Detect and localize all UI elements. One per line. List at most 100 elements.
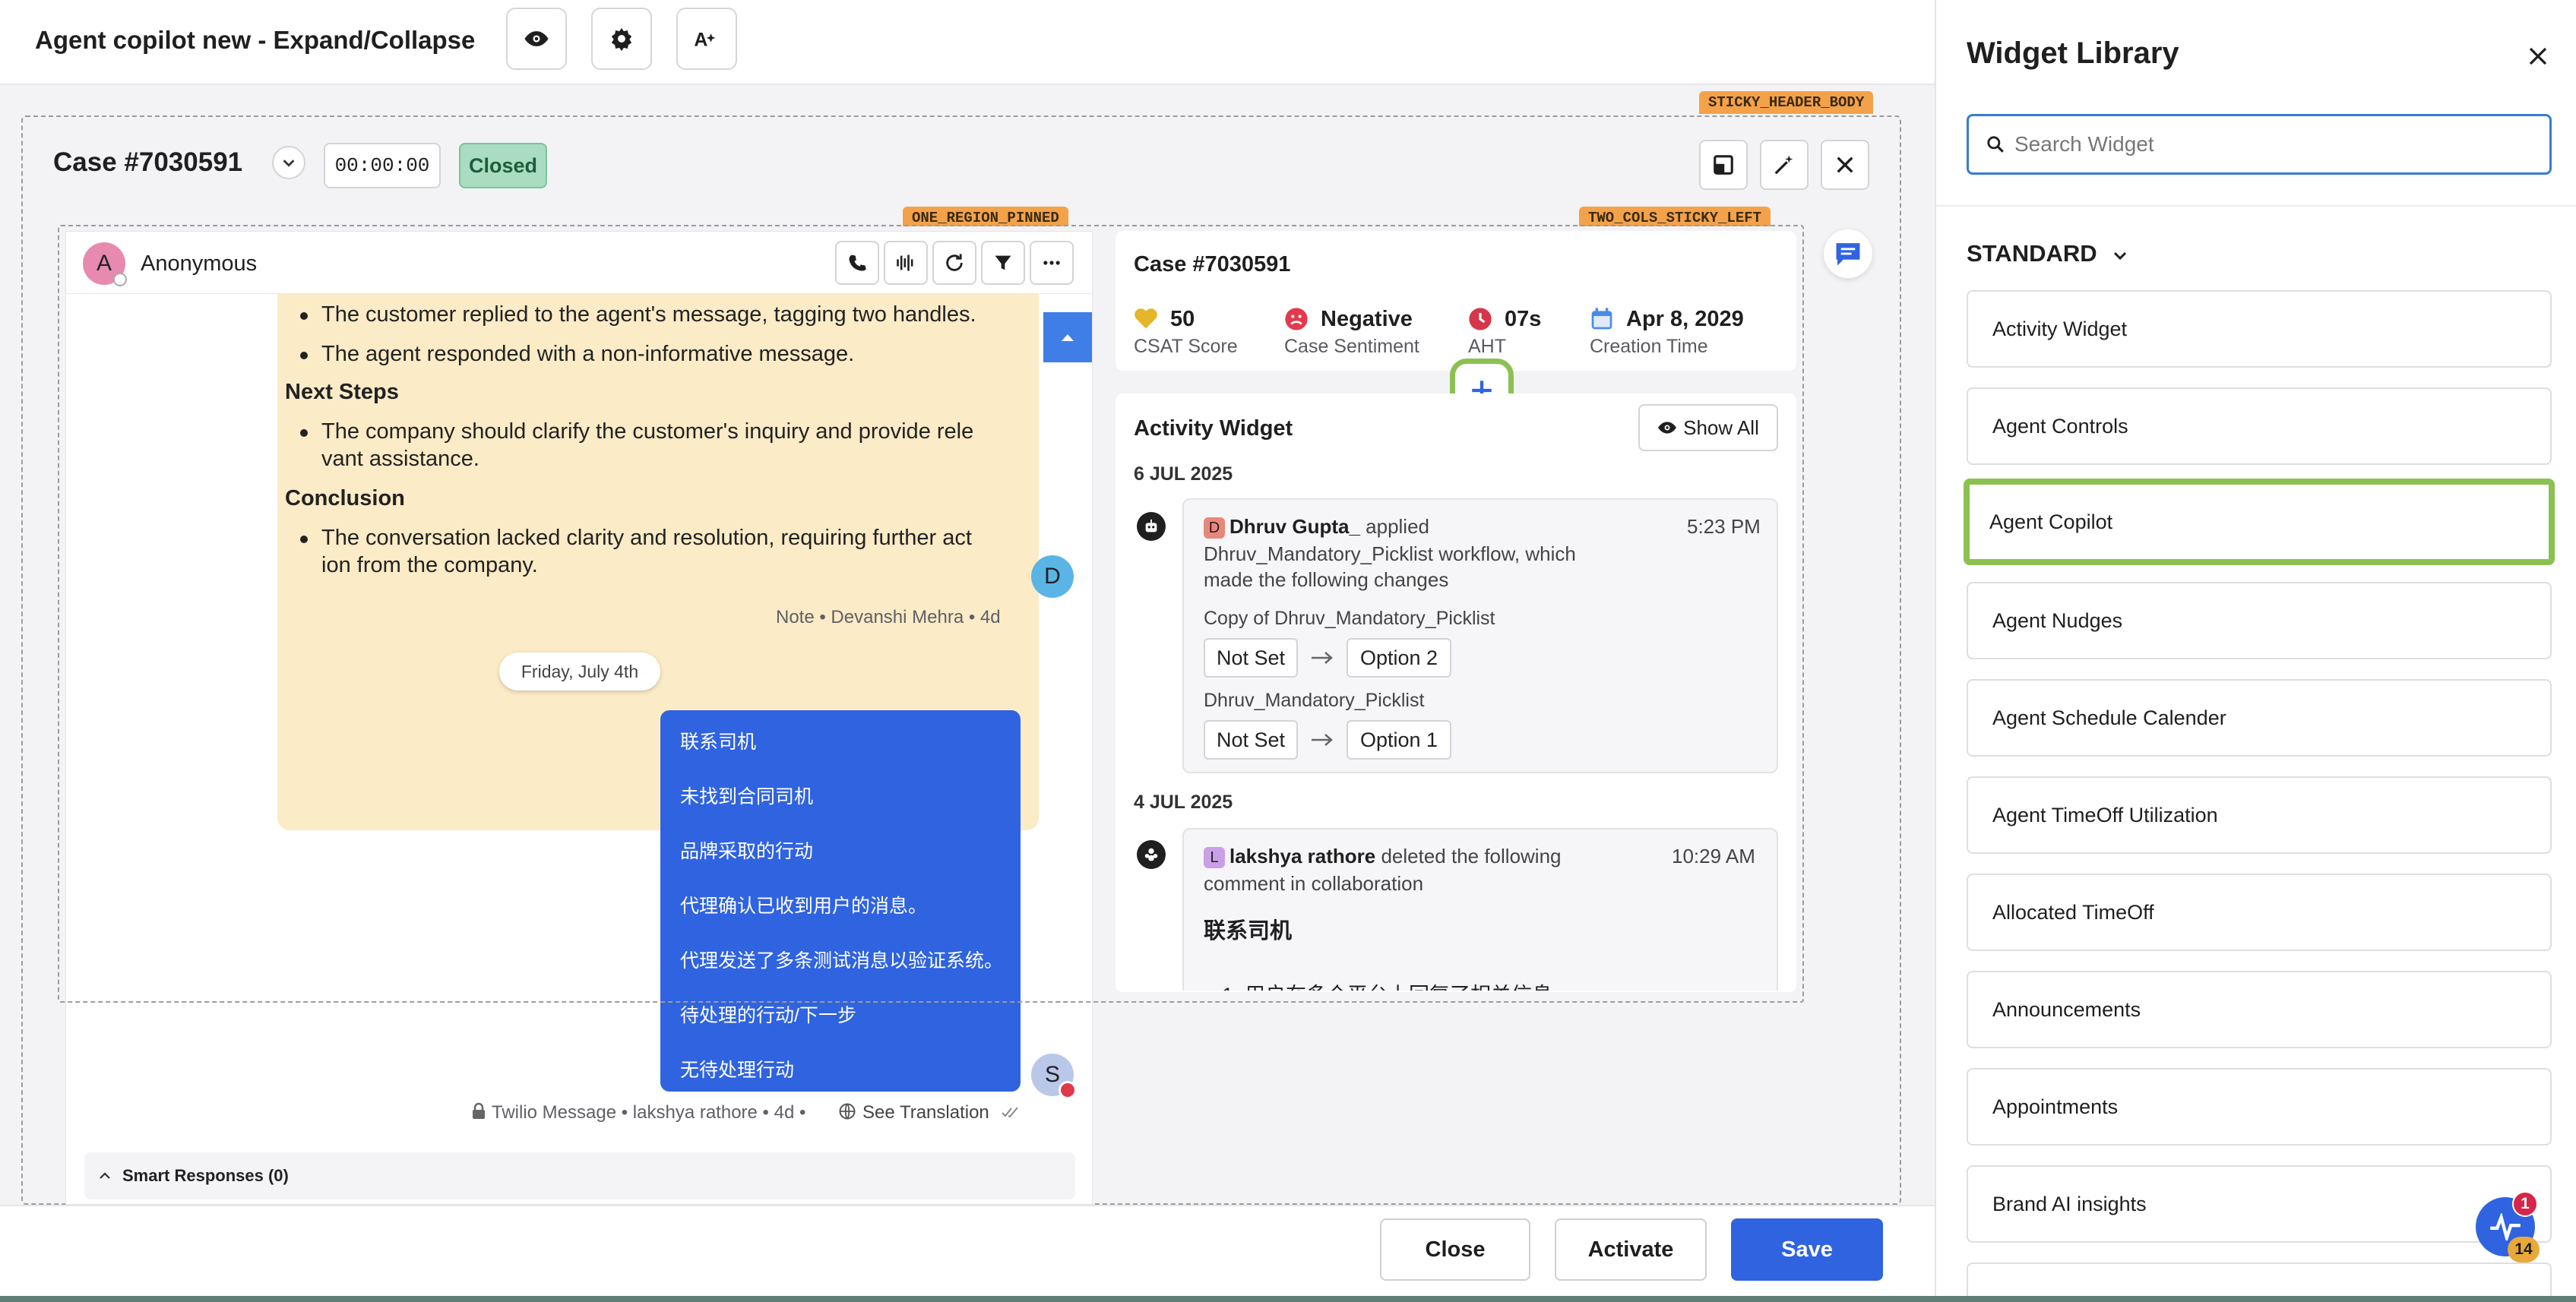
conversation-header: A Anonymous bbox=[66, 232, 1092, 294]
message-bubble: 联系司机 未找到合同司机 品牌采取的行动 代理确认已收到用户的消息。 代理发送了… bbox=[660, 710, 1021, 1092]
sad-face-icon bbox=[1285, 308, 1308, 330]
case-timer: 00:00:00 bbox=[324, 143, 441, 188]
more-button[interactable] bbox=[1030, 241, 1074, 285]
search-widget-input[interactable]: Search Widget bbox=[1967, 114, 2552, 175]
bullet bbox=[300, 536, 308, 543]
smart-responses-toggle[interactable]: Smart Responses (0) bbox=[84, 1152, 1075, 1199]
case-summary-card: Case #7030591 50 CSAT Score Negative Cas… bbox=[1116, 231, 1796, 371]
show-all-button[interactable]: Show All bbox=[1638, 404, 1778, 451]
note-bullet-2: The agent responded with a non-informati… bbox=[321, 342, 855, 366]
widget-item-activity-widget[interactable]: Activity Widget bbox=[1967, 290, 2552, 368]
widget-item-agent-timeoff-utilization[interactable]: Agent TimeOff Utilization bbox=[1967, 776, 2552, 854]
widget-item-agent-copilot[interactable]: Agent Copilot bbox=[1964, 479, 2555, 565]
message-line: 品牌采取的行动 bbox=[680, 841, 814, 862]
region-tag-two-cols: TWO_COLS_STICKY_LEFT bbox=[1579, 207, 1771, 226]
event-user[interactable]: Dhruv Gupta_ bbox=[1229, 515, 1360, 538]
activity-title: Activity Widget bbox=[1134, 416, 1293, 441]
message-meta: Twilio Message • lakshya rathore • 4d • bbox=[492, 1102, 806, 1123]
note-meta: Note • Devanshi Mehra • 4d bbox=[776, 607, 1001, 627]
note-bullet-1: The customer replied to the agent's mess… bbox=[321, 302, 976, 327]
eye-icon bbox=[524, 31, 549, 46]
widget-item-announcements[interactable]: Announcements bbox=[1967, 971, 2552, 1048]
activity-event-card: Llakshya rathore deleted the following c… bbox=[1182, 828, 1778, 991]
summary-title: Case #7030591 bbox=[1134, 252, 1291, 277]
customer-name: Anonymous bbox=[141, 251, 258, 276]
filter-icon bbox=[995, 255, 1011, 270]
message-line: 无待处理行动 bbox=[680, 1060, 795, 1081]
old-value-chip: Not Set bbox=[1204, 720, 1298, 760]
search-icon bbox=[1987, 136, 2004, 153]
region-tag-sticky-header: STICKY_HEADER_BODY bbox=[1699, 91, 1874, 114]
event-user[interactable]: lakshya rathore bbox=[1229, 845, 1375, 867]
kpi-value: 50 bbox=[1170, 307, 1195, 331]
read-receipt-icon bbox=[1002, 1107, 1018, 1118]
activity-event-clip: Llakshya rathore deleted the following c… bbox=[1182, 828, 1778, 991]
event-time: 5:23 PM bbox=[1687, 515, 1761, 538]
magic-button[interactable] bbox=[1760, 140, 1809, 190]
divider bbox=[1936, 205, 2576, 207]
old-value-chip: Not Set bbox=[1204, 638, 1298, 678]
app-header: Agent copilot new - Expand/Collapse A bbox=[0, 0, 1935, 85]
arrow-right-icon bbox=[1312, 652, 1333, 664]
field-name: Copy of Dhruv_Mandatory_Picklist bbox=[1204, 608, 1495, 629]
activate-button[interactable]: Activate bbox=[1555, 1218, 1707, 1281]
settings-button[interactable] bbox=[591, 8, 652, 70]
user-avatar: D bbox=[1204, 517, 1225, 539]
widget-item-appointments[interactable]: Appointments bbox=[1967, 1068, 2552, 1146]
preview-button[interactable] bbox=[506, 8, 567, 70]
next-steps-heading: Next Steps bbox=[285, 380, 399, 404]
customer-initial: A bbox=[96, 251, 112, 276]
section-dropdown[interactable]: STANDARD bbox=[1967, 240, 2129, 267]
widget-item-agent-schedule-calender[interactable]: Agent Schedule Calender bbox=[1967, 679, 2552, 757]
scroll-up-button[interactable] bbox=[1043, 312, 1092, 362]
see-translation-link[interactable]: See Translation bbox=[862, 1102, 989, 1123]
event-headline: Llakshya rathore deleted the following bbox=[1204, 845, 1562, 869]
audio-button[interactable] bbox=[884, 241, 928, 285]
footer-bar: Close Activate Save bbox=[0, 1205, 1935, 1302]
event-action: deleted the following bbox=[1375, 845, 1562, 867]
widget-library-panel: Widget Library Search Widget STANDARD Ac… bbox=[1935, 0, 2576, 1302]
chevron-up-icon bbox=[100, 1172, 110, 1179]
refresh-icon bbox=[946, 254, 963, 271]
channel-badge bbox=[1059, 1081, 1077, 1099]
text-ai-icon: A bbox=[694, 30, 716, 51]
activity-day-label: 4 JUL 2025 bbox=[1134, 792, 1233, 813]
new-value-chip: Option 1 bbox=[1347, 720, 1451, 760]
search-placeholder: Search Widget bbox=[2014, 132, 2154, 156]
gear-icon bbox=[611, 27, 632, 52]
widget-item-allocated-timeoff[interactable]: Allocated TimeOff bbox=[1967, 874, 2552, 951]
chevron-down-icon bbox=[283, 160, 295, 167]
close-case-button[interactable] bbox=[1821, 140, 1869, 190]
close-panel-button[interactable] bbox=[2521, 40, 2555, 73]
translate-button[interactable]: A bbox=[676, 8, 737, 70]
save-button[interactable]: Save bbox=[1731, 1218, 1883, 1281]
widget-item-brand-ai-insights[interactable]: Brand AI insights bbox=[1967, 1165, 2552, 1243]
smart-responses-label: Smart Responses (0) bbox=[122, 1166, 289, 1185]
case-dropdown-button[interactable] bbox=[272, 146, 305, 179]
kpi-value: 07s bbox=[1505, 307, 1542, 331]
app-title: Agent copilot new - Expand/Collapse bbox=[35, 26, 476, 54]
magic-wand-icon bbox=[1774, 155, 1793, 175]
heart-icon bbox=[1135, 308, 1157, 329]
message-line: 待处理的行动/下一步 bbox=[680, 1005, 856, 1026]
note-author-avatar: D bbox=[1031, 555, 1074, 598]
waveform-icon bbox=[897, 254, 913, 271]
widget-item-agent-controls[interactable]: Agent Controls bbox=[1967, 387, 2552, 465]
activity-event-card: D Dhruv Gupta_ applied Dhruv_Mandatory_Pi… bbox=[1182, 498, 1778, 773]
chat-panel-button[interactable] bbox=[1824, 229, 1872, 278]
user-avatar: L bbox=[1204, 847, 1225, 869]
call-button[interactable] bbox=[835, 241, 879, 285]
conclusion-line-2: ion from the company. bbox=[321, 553, 538, 577]
case-title: Case #7030591 bbox=[53, 147, 243, 177]
note-author-initial: D bbox=[1044, 564, 1061, 589]
date-divider: Friday, July 4th bbox=[499, 653, 660, 691]
close-button[interactable]: Close bbox=[1380, 1218, 1530, 1281]
refresh-button[interactable] bbox=[932, 241, 976, 285]
deleted-comment-line: 1. 用户在多个平台上回复了相关信息。 bbox=[1222, 978, 1573, 991]
show-all-label: Show All bbox=[1683, 416, 1759, 439]
kpi-value: Apr 8, 2029 bbox=[1626, 307, 1744, 331]
widget-item-agent-nudges[interactable]: Agent Nudges bbox=[1967, 582, 2552, 659]
filter-button[interactable] bbox=[981, 241, 1025, 285]
pin-button[interactable] bbox=[1699, 140, 1748, 190]
panel-title: Widget Library bbox=[1967, 36, 2179, 70]
